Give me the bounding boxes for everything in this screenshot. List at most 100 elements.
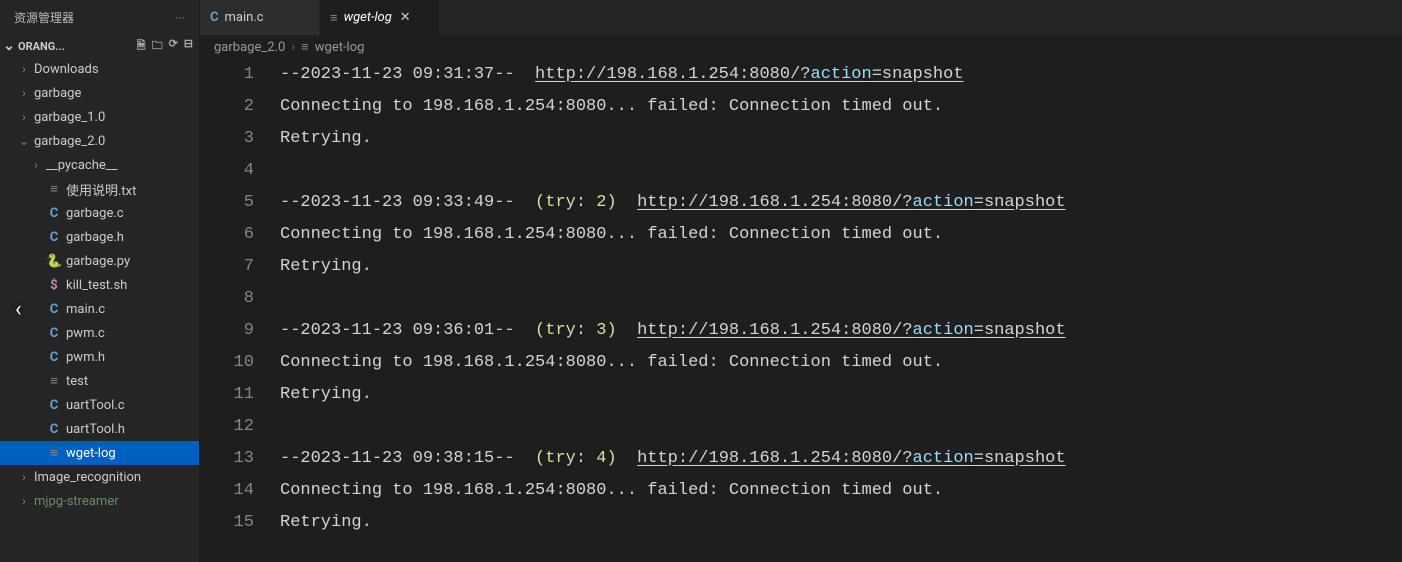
tree-folder[interactable]: › __pycache__ [0, 153, 199, 177]
tree-file[interactable]: Cpwm.c [0, 321, 199, 345]
url-param: action [913, 321, 974, 340]
chevron-down-icon: ⌄ [2, 39, 16, 53]
line-number: 14 [200, 475, 254, 507]
line-number: 2 [200, 91, 254, 123]
file-icon: ≡ [46, 181, 62, 197]
editor[interactable]: 123456789101112131415 --2023-11-23 09:31… [200, 59, 1402, 562]
code-line[interactable] [280, 283, 1402, 315]
code-line[interactable]: Connecting to 198.168.1.254:8080... fail… [280, 347, 1402, 379]
code-line[interactable] [280, 411, 1402, 443]
line-number: 9 [200, 315, 254, 347]
tree-file[interactable]: CuartTool.h [0, 417, 199, 441]
code-line[interactable]: --2023-11-23 09:38:15-- (try: 4) http://… [280, 443, 1402, 475]
tree-item-label: pwm.c [66, 326, 105, 341]
line-number: 12 [200, 411, 254, 443]
close-icon[interactable]: ✕ [398, 8, 413, 27]
tree-file[interactable]: Cgarbage.c [0, 201, 199, 225]
line-number: 5 [200, 187, 254, 219]
file-icon: C [210, 10, 219, 25]
file-icon: ≡ [330, 10, 338, 26]
code-line[interactable]: --2023-11-23 09:33:49-- (try: 2) http://… [280, 187, 1402, 219]
code-line[interactable]: Retrying. [280, 123, 1402, 155]
new-folder-icon[interactable]: 🗀 [152, 37, 163, 56]
workspace-name: ORANG... [18, 40, 135, 53]
link-url[interactable]: http://198.168.1.254:8080/?action=snapsh… [535, 65, 964, 84]
sidebar-header: 资源管理器 ··· [0, 0, 199, 35]
code-line[interactable]: Connecting to 198.168.1.254:8080... fail… [280, 219, 1402, 251]
tree-file[interactable]: Cpwm.h [0, 345, 199, 369]
line-number: 7 [200, 251, 254, 283]
tree-file[interactable]: Cgarbage.h [0, 225, 199, 249]
nav-back-arrow[interactable]: ‹ [15, 297, 22, 322]
file-icon: ≡ [301, 39, 309, 55]
tree-folder[interactable]: ›garbage_1.0 [0, 105, 199, 129]
line-number: 10 [200, 347, 254, 379]
refresh-icon[interactable]: ⟳ [169, 37, 178, 56]
tree-file[interactable]: 🐍garbage.py [0, 249, 199, 273]
code-content[interactable]: --2023-11-23 09:31:37-- http://198.168.1… [280, 59, 1402, 562]
line-number: 4 [200, 155, 254, 187]
line-number: 6 [200, 219, 254, 251]
editor-tab[interactable]: Cmain.c [200, 0, 320, 35]
file-icon: $ [46, 278, 62, 293]
editor-tab[interactable]: ≡ wget-log ✕ [320, 0, 440, 35]
line-number: 1 [200, 59, 254, 91]
tree-file[interactable]: Cmain.c [0, 297, 199, 321]
tab-bar: Cmain.c ≡ wget-log ✕ [200, 0, 1402, 35]
tree-folder[interactable]: ›mjpg-streamer [0, 489, 199, 513]
new-file-icon[interactable]: 🗎 [137, 37, 146, 56]
tree-folder[interactable]: › Image_recognition [0, 465, 199, 489]
file-icon: C [46, 230, 62, 245]
tab-label: main.c [225, 10, 264, 25]
line-gutter: 123456789101112131415 [200, 59, 280, 562]
url-param: action [811, 65, 872, 84]
chevron-icon: › [30, 158, 42, 172]
tree-file[interactable]: ≡wget-log [0, 441, 199, 465]
tree-folder[interactable]: › Downloads [0, 57, 199, 81]
file-icon: ≡ [46, 445, 62, 461]
url-param: action [913, 449, 974, 468]
link-url[interactable]: http://198.168.1.254:8080/?action=snapsh… [637, 193, 1066, 212]
tree-item-label: pwm.h [66, 350, 105, 365]
tree-item-label: Image_recognition [34, 470, 141, 485]
tree-file[interactable]: CuartTool.c [0, 393, 199, 417]
code-line[interactable]: --2023-11-23 09:36:01-- (try: 3) http://… [280, 315, 1402, 347]
code-line[interactable]: Retrying. [280, 251, 1402, 283]
link-url[interactable]: http://198.168.1.254:8080/?action=snapsh… [637, 449, 1066, 468]
breadcrumb-seg-file[interactable]: wget-log [315, 40, 365, 55]
tree-item-label: Downloads [34, 62, 99, 77]
tree-item-label: __pycache__ [46, 158, 118, 173]
tree-item-label: test [66, 374, 88, 389]
sidebar-more-icon[interactable]: ··· [170, 9, 191, 27]
chevron-icon: › [18, 470, 30, 484]
link-url[interactable]: http://198.168.1.254:8080/?action=snapsh… [637, 321, 1066, 340]
breadcrumb-seg-folder[interactable]: garbage_2.0 [214, 40, 285, 55]
breadcrumb[interactable]: garbage_2.0 › ≡ wget-log [200, 35, 1402, 59]
file-icon: C [46, 398, 62, 413]
collapse-all-icon[interactable]: ⊟ [184, 37, 193, 56]
tree-file[interactable]: ≡使用说明.txt [0, 177, 199, 201]
code-line[interactable]: Retrying. [280, 379, 1402, 411]
file-icon: C [46, 326, 62, 341]
code-line[interactable] [280, 155, 1402, 187]
chevron-icon: › [18, 110, 30, 124]
line-number: 3 [200, 123, 254, 155]
tree-folder[interactable]: ⌄garbage_2.0 [0, 129, 199, 153]
file-icon: C [46, 350, 62, 365]
code-line[interactable]: Retrying. [280, 507, 1402, 539]
tree-file[interactable]: $kill_test.sh [0, 273, 199, 297]
chevron-icon: › [18, 62, 30, 76]
code-line[interactable]: Connecting to 198.168.1.254:8080... fail… [280, 475, 1402, 507]
retry-count: (try: 4) [535, 449, 617, 468]
tree-item-label: garbage.c [66, 206, 124, 221]
tree-folder[interactable]: ›garbage [0, 81, 199, 105]
chevron-icon: ⌄ [18, 134, 30, 148]
tree-file[interactable]: ≡test [0, 369, 199, 393]
code-line[interactable]: Connecting to 198.168.1.254:8080... fail… [280, 91, 1402, 123]
code-line[interactable]: --2023-11-23 09:31:37-- http://198.168.1… [280, 59, 1402, 91]
file-tree: › Downloads ›garbage›garbage_1.0⌄garbage_2… [0, 57, 199, 562]
breadcrumb-sep: › [291, 40, 295, 55]
tab-label: wget-log [344, 10, 392, 25]
workspace-folder-header[interactable]: ⌄ ORANG... 🗎 🗀 ⟳ ⊟ [0, 35, 199, 57]
chevron-icon: › [18, 494, 30, 508]
